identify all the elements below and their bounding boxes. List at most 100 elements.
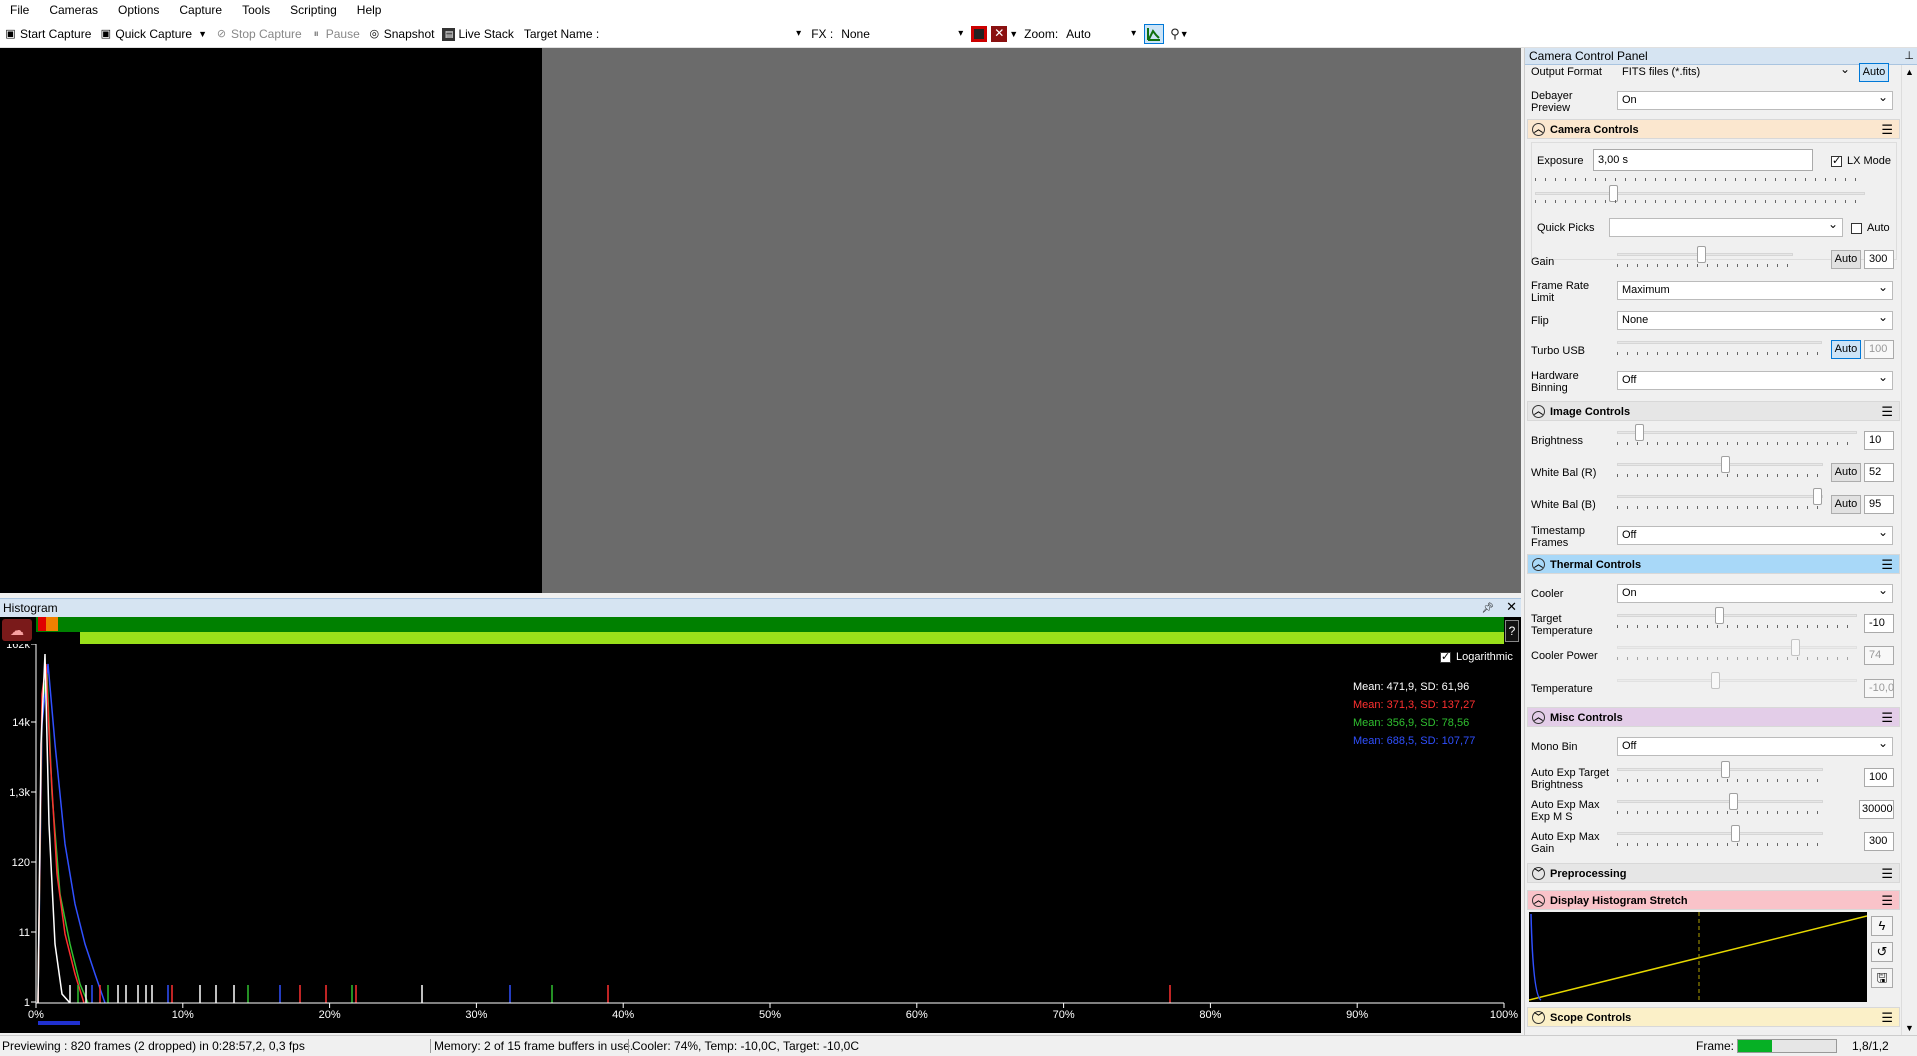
brightness-input[interactable]: 10 — [1864, 431, 1894, 450]
turbo-usb-slider[interactable] — [1617, 334, 1822, 356]
menu-cameras[interactable]: Cameras — [39, 0, 108, 21]
pin-icon[interactable]: 📌︎ — [1481, 603, 1494, 614]
red-filter-icon[interactable] — [971, 26, 988, 42]
cooler-select[interactable]: On — [1617, 582, 1893, 603]
turbo-usb-auto-button[interactable]: Auto — [1831, 340, 1861, 359]
auto-stretch-icon[interactable]: ϟ — [1871, 916, 1893, 936]
wb-blue-auto-button[interactable]: Auto — [1831, 495, 1861, 514]
mono-bin-select[interactable]: Off — [1617, 735, 1893, 756]
menu-icon[interactable]: ☰ — [1881, 891, 1893, 911]
crosshair-icon[interactable]: ✕ — [991, 26, 1008, 42]
collapse-icon[interactable]: ︿ — [1532, 405, 1545, 418]
auto-exp-max-ms-slider[interactable] — [1617, 793, 1823, 815]
auto-exp-max-gain-slider[interactable] — [1617, 825, 1823, 847]
menu-icon[interactable]: ☰ — [1881, 1008, 1893, 1028]
exposure-input[interactable]: 3,00 s — [1593, 149, 1813, 171]
collapse-icon[interactable]: ︿ — [1532, 711, 1545, 724]
target-temperature-input[interactable]: -10 — [1864, 614, 1894, 633]
help-icon[interactable]: ? — [1505, 620, 1519, 642]
pin-icon[interactable]: ⊥ — [1904, 48, 1914, 65]
auto-exp-max-ms-input[interactable]: 30000 — [1859, 800, 1894, 819]
preprocessing-header[interactable]: ﹀ Preprocessing ☰ — [1527, 863, 1900, 883]
snapshot-button[interactable]: ◎ Snapshot — [364, 23, 439, 45]
quick-picks-auto-checkbox[interactable]: Auto — [1851, 222, 1890, 234]
menu-options[interactable]: Options — [108, 0, 169, 21]
thermal-controls-header[interactable]: ︿ Thermal Controls ☰ — [1527, 554, 1900, 574]
exposure-slider[interactable] — [1535, 178, 1865, 202]
auto-exp-brightness-input[interactable]: 100 — [1864, 768, 1894, 787]
slider-thumb[interactable] — [1731, 825, 1740, 842]
collapse-icon[interactable]: ︿ — [1532, 123, 1545, 136]
chevron-down-icon[interactable]: ▼ — [1009, 29, 1018, 39]
scroll-up-icon[interactable]: ▲ — [1905, 67, 1914, 77]
collapse-icon[interactable]: ︿ — [1532, 558, 1545, 571]
lx-mode-check-icon[interactable] — [1831, 154, 1842, 167]
quick-picks-auto-check-icon[interactable] — [1851, 222, 1862, 234]
panel-scrollbar[interactable]: ▲ ▼ — [1901, 65, 1917, 1035]
chevron-down-icon[interactable]: ▼ — [198, 29, 207, 39]
slider-thumb[interactable] — [1721, 761, 1730, 778]
scope-controls-header[interactable]: ﹀ Scope Controls ☰ — [1527, 1007, 1900, 1027]
gain-input[interactable]: 300 — [1864, 250, 1894, 269]
display-stretch-header[interactable]: ︿ Display Histogram Stretch ☰ — [1527, 890, 1900, 910]
menu-icon[interactable]: ☰ — [1881, 864, 1893, 884]
output-format-auto-button[interactable]: Auto — [1859, 63, 1889, 82]
magnifier-icon[interactable]: ⚲ — [1170, 26, 1180, 42]
menu-icon[interactable]: ☰ — [1881, 120, 1893, 140]
brightness-slider[interactable] — [1617, 424, 1857, 446]
wb-blue-slider[interactable] — [1617, 488, 1823, 510]
menu-scripting[interactable]: Scripting — [280, 0, 347, 21]
slider-thumb[interactable] — [1697, 246, 1706, 263]
pause-button[interactable]: ⏸ Pause — [306, 23, 364, 45]
hardware-binning-select[interactable]: Off — [1617, 369, 1893, 390]
quick-capture-button[interactable]: ▣ Quick Capture ▼ — [95, 23, 211, 45]
menu-tools[interactable]: Tools — [232, 0, 280, 21]
preview-image[interactable] — [0, 48, 542, 593]
menu-icon[interactable]: ☰ — [1881, 402, 1893, 422]
flip-select[interactable]: None — [1617, 309, 1893, 330]
stop-capture-button[interactable]: ⊘ Stop Capture — [211, 23, 306, 45]
fx-select[interactable]: None — [841, 24, 965, 44]
image-controls-header[interactable]: ︿ Image Controls ☰ — [1527, 401, 1900, 421]
logarithmic-checkbox[interactable]: Logarithmic — [1440, 650, 1513, 663]
auto-exp-max-gain-input[interactable]: 300 — [1864, 832, 1894, 851]
live-stack-button[interactable]: ▤ Live Stack — [438, 23, 517, 45]
menu-icon[interactable]: ☰ — [1881, 555, 1893, 575]
debayer-select[interactable]: On — [1617, 89, 1893, 110]
close-icon[interactable]: ✕ — [1506, 599, 1517, 614]
wb-red-input[interactable]: 52 — [1864, 463, 1894, 482]
expand-icon[interactable]: ﹀ — [1532, 867, 1545, 880]
auto-exp-brightness-slider[interactable] — [1617, 761, 1823, 783]
reset-icon[interactable]: ↺ — [1871, 942, 1893, 962]
save-icon[interactable]: 🖫︎ — [1871, 968, 1893, 988]
menu-file[interactable]: File — [0, 0, 39, 21]
lx-mode-checkbox[interactable]: LX Mode — [1831, 154, 1891, 167]
slider-thumb[interactable] — [1813, 488, 1822, 505]
histogram-toggle-icon[interactable] — [1144, 24, 1165, 44]
wb-red-auto-button[interactable]: Auto — [1831, 463, 1861, 482]
slider-thumb[interactable] — [1635, 424, 1644, 441]
slider-thumb[interactable] — [1729, 793, 1738, 810]
slider-thumb[interactable] — [1721, 456, 1730, 473]
turbo-usb-input[interactable]: 100 — [1864, 340, 1894, 359]
histogram-range-bar[interactable] — [36, 617, 1504, 632]
start-capture-button[interactable]: ▣ Start Capture — [0, 23, 95, 45]
output-format-select[interactable]: FITS files (*.fits) — [1617, 61, 1855, 82]
logarithmic-check-icon[interactable] — [1440, 650, 1451, 663]
histogram-stretch-bar[interactable] — [80, 632, 1504, 644]
brain-icon[interactable]: ☁ — [2, 619, 32, 641]
wb-blue-input[interactable]: 95 — [1864, 495, 1894, 514]
frame-rate-select[interactable]: Maximum — [1617, 279, 1893, 300]
gain-slider[interactable] — [1617, 246, 1793, 268]
menu-help[interactable]: Help — [347, 0, 392, 21]
target-temperature-slider[interactable] — [1617, 607, 1857, 629]
menu-capture[interactable]: Capture — [169, 0, 232, 21]
menu-icon[interactable]: ☰ — [1881, 708, 1893, 728]
collapse-icon[interactable]: ︿ — [1532, 894, 1545, 907]
expand-icon[interactable]: ﹀ — [1532, 1011, 1545, 1024]
zoom-select[interactable]: Auto — [1066, 24, 1138, 44]
timestamp-frames-select[interactable]: Off — [1617, 524, 1893, 545]
stretch-curve-plot[interactable] — [1529, 912, 1867, 1002]
slider-thumb[interactable] — [1715, 607, 1724, 624]
target-name-input[interactable] — [603, 24, 803, 44]
